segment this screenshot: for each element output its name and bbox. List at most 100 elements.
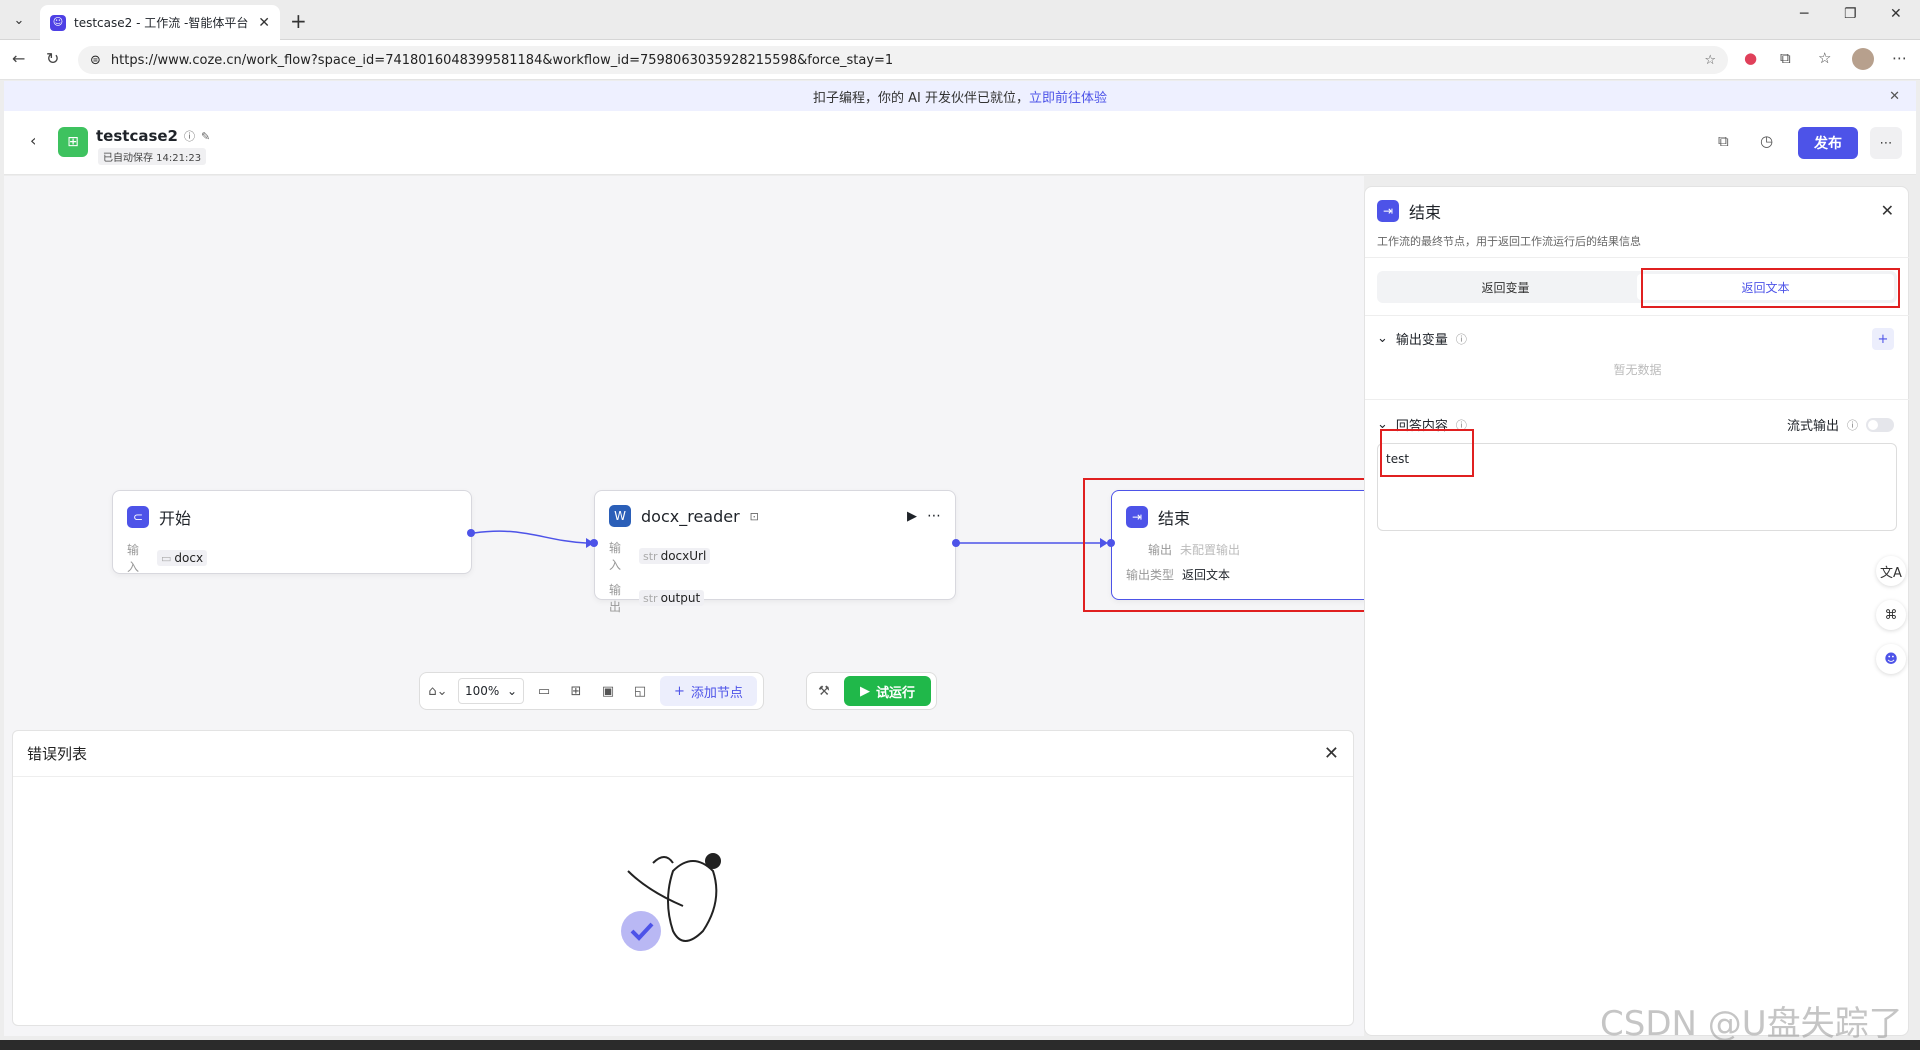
banner-link[interactable]: 立即前往体验: [1029, 87, 1107, 106]
address-bar: ← ↻ ⊜ https://www.coze.cn/work_flow?spac…: [0, 40, 1920, 80]
trial-run-label: 试运行: [876, 685, 916, 701]
browser-menu-icon[interactable]: ⋯: [1892, 49, 1907, 67]
docx-output-port[interactable]: [952, 539, 960, 547]
translate-icon[interactable]: 文A: [1876, 556, 1906, 586]
extension-icon[interactable]: ●: [1744, 49, 1757, 67]
docx-node-title: docx_reader: [641, 506, 740, 526]
plugin-badge-icon: ⊡: [749, 509, 759, 523]
tab-return-variable[interactable]: 返回变量: [1377, 271, 1634, 303]
run-node-icon[interactable]: ▶: [907, 509, 917, 524]
url-field[interactable]: ⊜ https://www.coze.cn/work_flow?space_id…: [78, 46, 1728, 74]
start-input-value: docx: [174, 551, 204, 565]
info-icon[interactable]: ⓘ: [184, 128, 195, 144]
layout-grid-icon[interactable]: ⊞: [564, 684, 588, 699]
os-taskbar: [0, 1040, 1920, 1050]
add-node-label: 添加节点: [690, 685, 743, 701]
output-variable-label: 输出变量: [1395, 333, 1448, 348]
banner-close-icon[interactable]: ✕: [1889, 89, 1900, 104]
info-icon[interactable]: ⓘ: [1847, 417, 1858, 433]
stream-output-label: 流式输出: [1786, 419, 1839, 434]
tab-close-icon[interactable]: ✕: [258, 15, 270, 31]
workflow-header: ‹ ⊞ testcase2 ⓘ ✎ 已自动保存 14:21:23 ⧉ ◷ 发布 …: [4, 111, 1916, 175]
output-variable-section[interactable]: ⌄ 输出变量 ⓘ: [1377, 329, 1467, 348]
tab-return-text[interactable]: 返回文本: [1637, 274, 1894, 300]
mouse-mode-icon[interactable]: ⌂⌄: [426, 684, 450, 699]
minimize-icon[interactable]: ─: [1800, 6, 1808, 22]
canvas-toolbar: ⌂⌄ 100% ⌄ ▭ ⊞ ▣ ◱ + 添加节点: [419, 672, 764, 710]
zoom-value: 100%: [465, 684, 500, 698]
url-text: https://www.coze.cn/work_flow?space_id=7…: [110, 52, 894, 68]
docx-input-label: 输入: [609, 541, 622, 572]
docx-reader-node[interactable]: W docx_reader ⊡ ▶ ⋯ 输入 str docxUrl 输出 str…: [590, 490, 960, 614]
error-panel-close-icon[interactable]: ✕: [1324, 743, 1339, 764]
favorites-icon[interactable]: ☆: [1818, 49, 1831, 67]
apps-grid-icon[interactable]: ⌘: [1876, 600, 1906, 630]
profile-avatar[interactable]: [1852, 48, 1874, 74]
start-node-icon: ⊂: [127, 506, 149, 528]
extensions-puzzle-icon[interactable]: ⧉: [1780, 49, 1791, 67]
docx-input-value: docxUrl: [660, 549, 707, 563]
reload-icon[interactable]: ↻: [46, 49, 59, 68]
window-close-icon[interactable]: ✕: [1890, 6, 1902, 22]
end-input-port[interactable]: [1107, 539, 1115, 547]
word-doc-icon: W: [609, 505, 631, 527]
collapse-chevron-icon[interactable]: ⌄: [1377, 417, 1388, 432]
end-node-title: 结束: [1158, 509, 1191, 528]
tab-list-button[interactable]: ⌄: [6, 7, 32, 33]
minimap-icon[interactable]: ◱: [628, 684, 652, 699]
end-node[interactable]: ⇥ 结束 输出 未配置输出 输出类型 返回文本: [1107, 490, 1401, 600]
answer-content-input[interactable]: test: [1377, 443, 1897, 531]
add-output-variable-button[interactable]: +: [1872, 328, 1894, 350]
start-node-title: 开始: [159, 509, 192, 528]
more-options-button[interactable]: ⋯: [1870, 127, 1902, 159]
node-more-icon[interactable]: ⋯: [927, 508, 941, 524]
collapse-chevron-icon[interactable]: ⌄: [1377, 331, 1388, 346]
restore-icon[interactable]: ❐: [1844, 6, 1857, 22]
stream-output-toggle[interactable]: [1866, 417, 1894, 432]
site-info-icon[interactable]: ⊜: [90, 53, 101, 68]
start-node[interactable]: ⊂ 开始 输入 ▭ docx: [112, 490, 475, 574]
edit-icon[interactable]: ✎: [201, 130, 210, 143]
docx-input-type: str: [643, 550, 658, 563]
error-list-title: 错误列表: [27, 745, 88, 763]
answer-content-label: 回答内容: [1395, 419, 1448, 434]
plus-icon: +: [674, 683, 685, 699]
chevron-down-icon: ⌄: [506, 684, 517, 698]
run-toolbar: ⚒ ▶ 试运行: [806, 672, 938, 710]
error-list-panel: 错误列表 ✕: [12, 730, 1354, 1026]
answer-content-section[interactable]: ⌄ 回答内容 ⓘ: [1377, 415, 1467, 434]
back-icon[interactable]: ←: [12, 49, 25, 68]
history-icon[interactable]: ◷: [1760, 132, 1773, 150]
end-output-value: 未配置输出: [1180, 543, 1241, 557]
comment-icon[interactable]: ▭: [532, 684, 556, 699]
side-panel-close-icon[interactable]: ✕: [1881, 201, 1894, 220]
tab-title: testcase2 - 工作流 -智能体平台: [74, 16, 249, 30]
end-node-config-panel: ⇥ 结束 ✕ 工作流的最终节点，用于返回工作流运行后的结果信息 返回变量 返回文…: [1364, 186, 1910, 1036]
copy-icon[interactable]: ⧉: [1718, 132, 1729, 150]
zoom-select[interactable]: 100% ⌄: [458, 678, 524, 704]
trial-run-button[interactable]: ▶ 试运行: [844, 676, 932, 706]
promo-banner: 扣子编程，你的 AI 开发伙伴已就位， 立即前往体验 ✕: [4, 81, 1916, 111]
info-icon[interactable]: ⓘ: [1456, 331, 1467, 347]
return-mode-tabs: 返回变量 返回文本: [1377, 271, 1897, 303]
edge-start-docx: [473, 530, 587, 544]
image-icon[interactable]: ▣: [596, 684, 620, 699]
new-tab-icon[interactable]: +: [290, 9, 307, 33]
side-panel-title: 结束: [1409, 203, 1442, 222]
folder-icon: ▭: [161, 552, 172, 565]
info-icon[interactable]: ⓘ: [1456, 417, 1467, 433]
wrench-icon[interactable]: ⚒: [812, 684, 836, 699]
no-data-text: 暂无数据: [1613, 363, 1662, 377]
browser-tab[interactable]: ☺ testcase2 - 工作流 -智能体平台 ✕: [40, 5, 280, 40]
start-output-port[interactable]: [467, 529, 475, 537]
assistant-bot-icon[interactable]: ☻: [1876, 644, 1906, 674]
play-icon: ▶: [860, 683, 870, 699]
back-arrow-icon[interactable]: ‹: [30, 131, 36, 150]
docx-input-port[interactable]: [590, 539, 598, 547]
publish-button[interactable]: 发布: [1798, 127, 1858, 159]
bookmark-star-icon[interactable]: ☆: [1704, 53, 1716, 68]
csdn-watermark: CSDN @U盘失踪了: [1600, 1004, 1903, 1044]
add-node-button[interactable]: + 添加节点: [660, 676, 757, 706]
docx-output-type: str: [643, 592, 658, 605]
end-output-label: 输出: [1148, 543, 1173, 557]
